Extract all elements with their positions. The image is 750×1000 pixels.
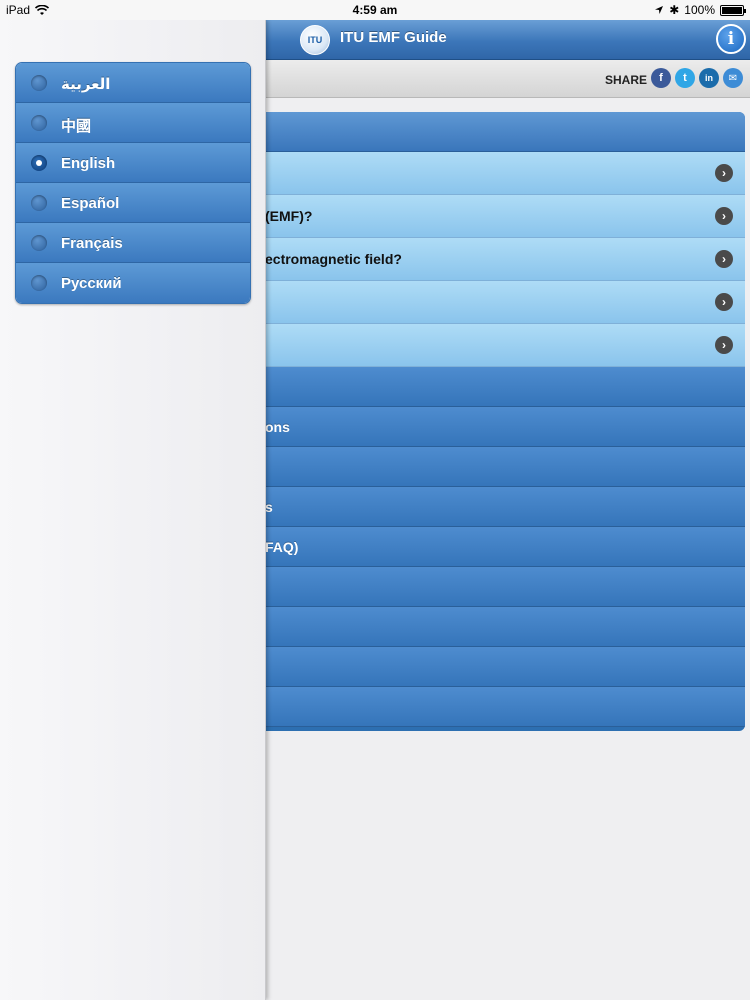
status-time: 4:59 am	[352, 3, 398, 17]
info-button[interactable]: i	[716, 24, 746, 54]
menu-subitem[interactable]: (EMF)? ›	[250, 195, 745, 238]
chevron-right-icon: ›	[715, 250, 733, 268]
battery-percent: 100%	[684, 3, 715, 17]
language-option-chinese[interactable]: 中國	[16, 103, 250, 143]
menu-section-header[interactable]	[250, 112, 745, 152]
menu-item[interactable]	[250, 687, 745, 727]
menu-item[interactable]: ons	[250, 407, 745, 447]
radio-button[interactable]	[31, 235, 47, 251]
menu-subitem[interactable]: ›	[250, 281, 745, 324]
language-option-english[interactable]: English	[16, 143, 250, 183]
menu-subitem-label: ectromagnetic field?	[265, 251, 402, 267]
chevron-right-icon: ›	[715, 207, 733, 225]
facebook-icon[interactable]: f	[651, 68, 671, 88]
language-label: العربية	[61, 76, 111, 93]
bluetooth-icon: ✱	[669, 3, 680, 17]
linkedin-icon[interactable]: in	[699, 68, 719, 88]
language-option-spanish[interactable]: Español	[16, 183, 250, 223]
menu-item-label: FAQ)	[265, 539, 299, 555]
app-title: ITU EMF Guide	[340, 29, 447, 46]
twitter-icon[interactable]: t	[675, 68, 695, 88]
menu-item[interactable]	[250, 567, 745, 607]
menu-subitem[interactable]: ›	[250, 324, 745, 367]
menu-item[interactable]	[250, 647, 745, 687]
radio-button[interactable]	[31, 195, 47, 211]
language-label: English	[61, 155, 116, 172]
language-list: العربية 中國 English Español Français Русс…	[15, 62, 251, 304]
menu-item-label: s	[265, 499, 273, 515]
language-drawer: العربية 中國 English Español Français Русс…	[0, 20, 266, 1000]
status-bar: iPad 4:59 am ✱ 100%	[0, 0, 750, 20]
language-option-russian[interactable]: Русский	[16, 263, 250, 303]
menu-item[interactable]: s	[250, 487, 745, 527]
menu-subitem-label: (EMF)?	[265, 208, 313, 224]
location-arrow-icon	[655, 6, 664, 14]
chevron-right-icon: ›	[715, 293, 733, 311]
language-label: 中國	[61, 118, 92, 135]
language-label: Русский	[61, 275, 122, 292]
radio-button[interactable]	[31, 115, 47, 131]
language-label: Français	[61, 235, 123, 252]
radio-button[interactable]	[31, 275, 47, 291]
language-label: Español	[61, 195, 120, 212]
menu-item[interactable]: FAQ)	[250, 527, 745, 567]
battery-icon	[720, 4, 746, 16]
radio-button-selected[interactable]	[31, 155, 47, 171]
language-option-arabic[interactable]: العربية	[16, 63, 250, 103]
chevron-right-icon: ›	[715, 336, 733, 354]
menu-subitem[interactable]: ›	[250, 152, 745, 195]
menu-item[interactable]	[250, 367, 745, 407]
menu-subitem[interactable]: ectromagnetic field? ›	[250, 238, 745, 281]
language-option-french[interactable]: Français	[16, 223, 250, 263]
itu-logo: ITU	[300, 25, 330, 55]
menu-item[interactable]	[250, 607, 745, 647]
email-icon[interactable]: ✉	[723, 68, 743, 88]
radio-button[interactable]	[31, 75, 47, 91]
menu-item-label: ons	[265, 419, 290, 435]
status-right: ✱ 100%	[654, 3, 746, 17]
guide-menu: › (EMF)? › ectromagnetic field? › › › on…	[250, 112, 745, 731]
chevron-right-icon: ›	[715, 164, 733, 182]
share-label: SHARE	[605, 73, 648, 87]
menu-item[interactable]	[250, 447, 745, 487]
